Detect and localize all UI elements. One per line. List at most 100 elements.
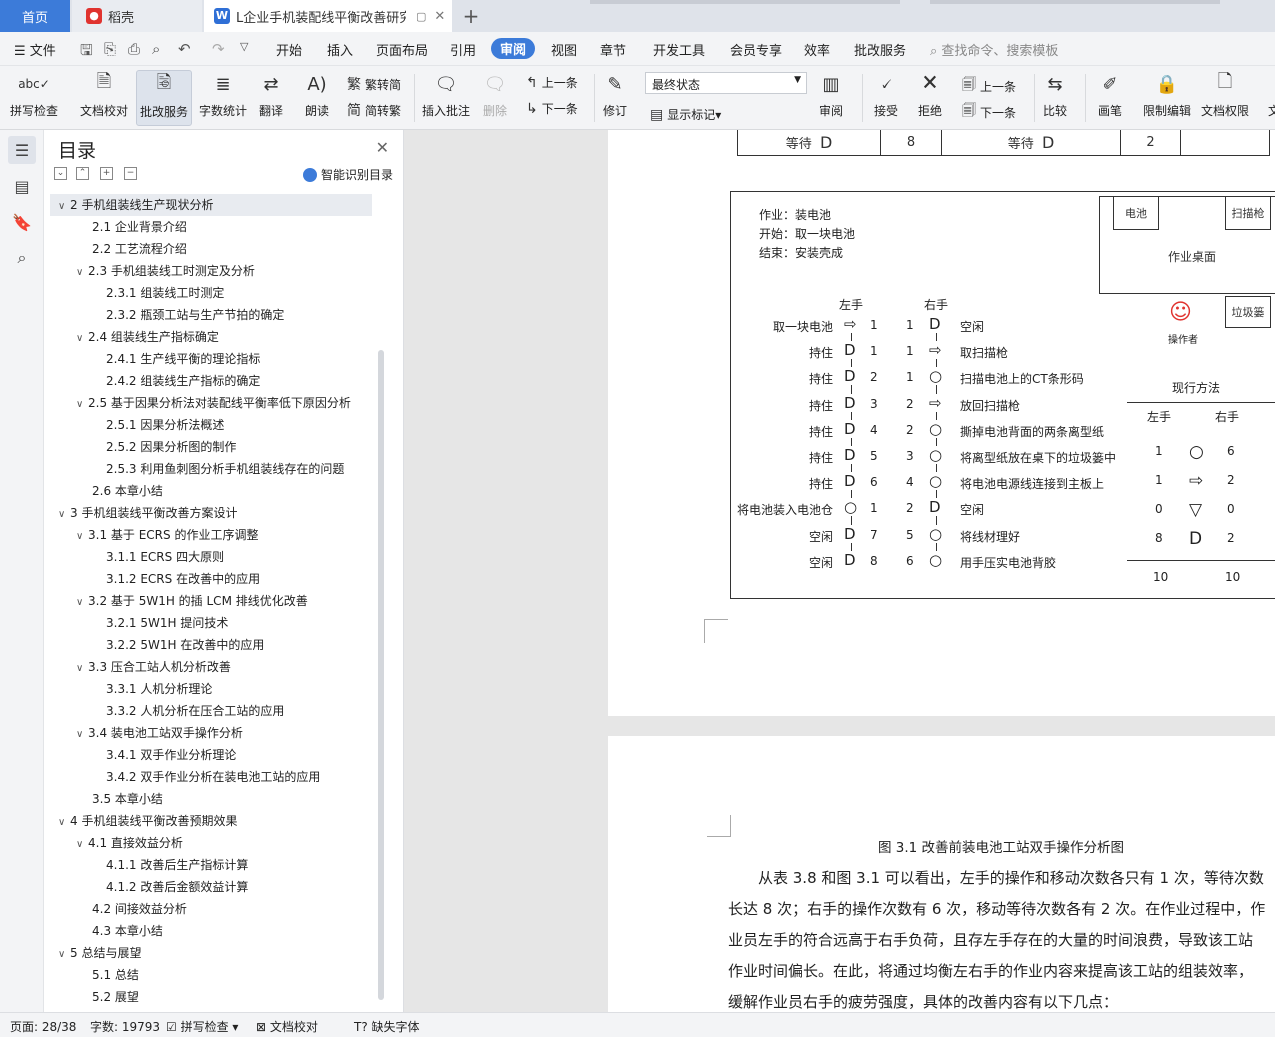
toc-item[interactable]: 3.2.2 5W1H 在改善中的应用 <box>50 634 372 656</box>
add-heading-icon[interactable]: + <box>100 167 113 180</box>
chevron-down-icon[interactable]: ∨ <box>76 394 88 416</box>
menu-member[interactable]: 会员专享 <box>730 40 782 59</box>
toc-item[interactable]: 5.2 展望 <box>50 986 372 1008</box>
simp-to-trad-button[interactable]: 简简转繁 <box>347 100 401 120</box>
prev-change-button[interactable]: 🗐 上一条 <box>962 74 1016 98</box>
chevron-down-icon[interactable]: ∨ <box>58 196 70 218</box>
toc-item[interactable]: 3.4.2 双手作业分析在装电池工站的应用 <box>50 766 372 788</box>
toc-item[interactable]: 4.2 间接效益分析 <box>50 898 372 920</box>
chevron-down-icon[interactable]: ∨ <box>58 812 70 834</box>
toc-item[interactable]: 3.5 本章小结 <box>50 788 372 810</box>
word-count[interactable]: 字数: 19793 <box>90 1018 160 1035</box>
file-menu[interactable]: ☰ 文件 <box>14 40 56 59</box>
menu-chapter[interactable]: 章节 <box>600 40 626 59</box>
toc-item[interactable]: 2.5.2 因果分析图的制作 <box>50 436 372 458</box>
find-icon[interactable]: ⌕ <box>8 244 36 272</box>
more-icon[interactable]: ▽ <box>240 40 248 53</box>
chevron-down-icon[interactable]: ∨ <box>58 944 70 966</box>
menu-insert[interactable]: 插入 <box>327 40 353 59</box>
accept-button[interactable]: 🗸 接受 <box>872 70 900 126</box>
grading-button[interactable]: 🗟 批改服务 <box>136 70 192 126</box>
collapse-all-icon[interactable]: ⌄ <box>54 167 67 180</box>
doc-permission-button[interactable]: 🗋 文档权限 <box>1201 70 1249 126</box>
toc-item[interactable]: ∨ 3.2 基于 5W1H 的插 LCM 排线优化改善 <box>50 590 372 612</box>
insert-comment-button[interactable]: 🗨 插入批注 <box>422 70 470 126</box>
undo-icon[interactable]: ↶ <box>178 40 191 58</box>
toc-item[interactable]: 3.1.2 ECRS 在改善中的应用 <box>50 568 372 590</box>
menu-dev[interactable]: 开发工具 <box>653 40 705 59</box>
redo-icon[interactable]: ↷ <box>212 40 225 58</box>
toc-item[interactable]: 2.3.2 瓶颈工站与生产节拍的确定 <box>50 304 372 326</box>
pen-button[interactable]: ✐ 画笔 <box>1096 70 1124 126</box>
toc-item[interactable]: 4.3 本章小结 <box>50 920 372 942</box>
toc-item[interactable]: 5.1 总结 <box>50 964 372 986</box>
trad-to-simp-button[interactable]: 繁繁转简 <box>347 74 401 94</box>
preview-icon[interactable]: ⌕ <box>152 40 160 58</box>
chevron-down-icon[interactable]: ∨ <box>76 592 88 614</box>
toc-item[interactable]: 3.4.1 双手作业分析理论 <box>50 744 372 766</box>
prev-comment-button[interactable]: ↰ 上一条 <box>526 74 578 91</box>
export-icon[interactable]: ⎘ <box>104 40 116 58</box>
next-comment-button[interactable]: ↳ 下一条 <box>526 100 578 117</box>
proof-status[interactable]: ⊠ 文档校对 <box>256 1018 318 1035</box>
revise-button[interactable]: ✎ 修订 <box>601 70 629 126</box>
chevron-down-icon[interactable]: ∨ <box>58 504 70 526</box>
toc-item[interactable]: 2.5.3 利用鱼刺图分析手机组装线存在的问题 <box>50 458 372 480</box>
menu-efficiency[interactable]: 效率 <box>804 40 830 59</box>
toc-item[interactable]: ∨ 4 手机组装线平衡改善预期效果 <box>50 810 372 832</box>
chevron-down-icon[interactable]: ∨ <box>76 328 88 350</box>
toc-item[interactable]: 3.3.2 人机分析在压合工站的应用 <box>50 700 372 722</box>
toc-item[interactable]: ∨ 2 手机组装线生产现状分析 <box>50 194 372 216</box>
final-state-select[interactable]: 最终状态 ▼ <box>645 72 807 94</box>
toc-item[interactable]: 2.1 企业背景介绍 <box>50 216 372 238</box>
menu-review[interactable]: 审阅 <box>491 38 536 59</box>
smart-toc-button[interactable]: 智能识别目录 <box>302 166 393 183</box>
toc-panel-icon[interactable]: ☰ <box>8 136 36 164</box>
toc-item[interactable]: ∨ 5 总结与展望 <box>50 942 372 964</box>
toc-item[interactable]: ∨ 3 手机组装线平衡改善方案设计 <box>50 502 372 524</box>
doc-cert-button[interactable]: 文 <box>1260 70 1275 126</box>
toc-item[interactable]: 3.2.1 5W1H 提问技术 <box>50 612 372 634</box>
toc-item[interactable]: 2.6 本章小结 <box>50 480 372 502</box>
toc-item[interactable]: ∨ 3.4 装电池工站双手操作分析 <box>50 722 372 744</box>
new-tab-button[interactable]: + <box>456 0 486 32</box>
toc-item[interactable]: 3.3.1 人机分析理论 <box>50 678 372 700</box>
toc-item[interactable]: ∨ 3.3 压合工站人机分析改善 <box>50 656 372 678</box>
tab-daoke[interactable]: ● 稻壳 <box>72 0 202 32</box>
delete-comment-button[interactable]: 🗨 删除 <box>481 70 509 126</box>
menu-reference[interactable]: 引用 <box>450 40 476 59</box>
spell-check-button[interactable]: abc✓ 拼写检查 <box>10 70 58 126</box>
close-icon[interactable]: ✕ <box>376 138 389 157</box>
doc-proof-button[interactable]: 🗎 文档校对 <box>80 70 128 126</box>
menu-grading[interactable]: 批改服务 <box>854 40 906 59</box>
nav-tree-icon[interactable]: ▤ <box>8 172 36 200</box>
missing-font-status[interactable]: T? 缺失字体 <box>354 1018 420 1035</box>
toc-item[interactable]: ∨ 2.4 组装线生产指标确定 <box>50 326 372 348</box>
reject-button[interactable]: 🗙 拒绝 <box>916 70 944 126</box>
chevron-down-icon[interactable]: ∨ <box>76 658 88 680</box>
menu-layout[interactable]: 页面布局 <box>376 40 428 59</box>
toc-item[interactable]: 2.4.1 生产线平衡的理论指标 <box>50 348 372 370</box>
menu-view[interactable]: 视图 <box>551 40 577 59</box>
toc-item[interactable]: 2.5.1 因果分析法概述 <box>50 414 372 436</box>
command-search[interactable]: ⌕ 查找命令、搜索模板 <box>930 40 1058 59</box>
compare-button[interactable]: ⇆ 比较 <box>1041 70 1069 126</box>
expand-all-icon[interactable]: ⌃ <box>76 167 89 180</box>
save-icon[interactable]: 🖫 <box>80 40 93 65</box>
toc-item[interactable]: ∨ 2.5 基于因果分析法对装配线平衡率低下原因分析 <box>50 392 372 414</box>
print-icon[interactable]: ⎙ <box>128 40 140 58</box>
menu-start[interactable]: 开始 <box>276 40 302 59</box>
tab-document[interactable]: W L企业手机装配线平衡改善研究 ▢ ✕ <box>204 0 452 32</box>
toc-scrollbar[interactable] <box>378 350 384 1000</box>
close-tab-icon[interactable]: ✕ <box>434 9 445 24</box>
remove-heading-icon[interactable]: − <box>124 167 137 180</box>
translate-button[interactable]: ⇄ 翻译 <box>257 70 285 126</box>
toc-item[interactable]: 3.1.1 ECRS 四大原则 <box>50 546 372 568</box>
toc-item[interactable]: ∨ 2.3 手机组装线工时测定及分析 <box>50 260 372 282</box>
toc-item[interactable]: 2.4.2 组装线生产指标的确定 <box>50 370 372 392</box>
next-change-button[interactable]: 🗐 下一条 <box>962 100 1016 124</box>
chevron-down-icon[interactable]: ∨ <box>76 834 88 856</box>
bookmark-icon[interactable]: 🔖 <box>8 208 36 236</box>
toc-item[interactable]: ∨ 3.1 基于 ECRS 的作业工序调整 <box>50 524 372 546</box>
chevron-down-icon[interactable]: ∨ <box>76 526 88 548</box>
